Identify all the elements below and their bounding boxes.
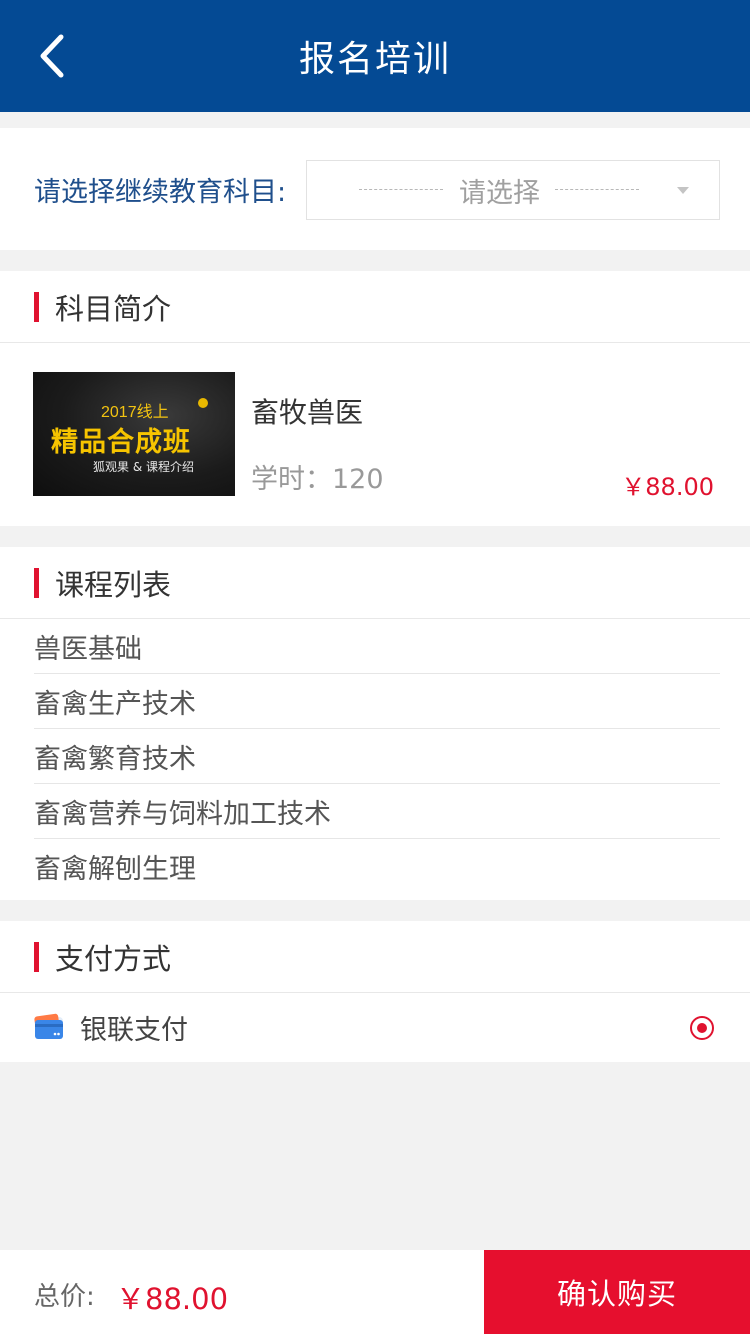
- course-list-section: 课程列表 兽医基础 畜禽生产技术 畜禽繁育技术 畜禽营养与饲料加工技术 畜禽解刨…: [0, 547, 750, 900]
- radio-selected-dot: [697, 1023, 707, 1033]
- section-title: 科目简介: [55, 291, 172, 326]
- thumbnail-subtitle: 狐观果 & 课程介绍: [93, 460, 194, 474]
- payment-option-unionpay[interactable]: 银联支付: [0, 993, 750, 1061]
- list-item[interactable]: 畜禽营养与饲料加工技术: [34, 784, 720, 839]
- section-header: 课程列表: [0, 547, 750, 619]
- subject-intro-section: 科目简介 2017线上 精品合成班 狐观果 & 课程介绍 畜牧兽医 学时：120…: [0, 271, 750, 526]
- section-header: 支付方式: [0, 921, 750, 993]
- select-dash-left: [359, 189, 443, 190]
- card-icon: [34, 1013, 63, 1039]
- subject-select-dropdown[interactable]: 请选择: [306, 160, 720, 220]
- subject-select-section: 请选择继续教育科目: 请选择: [0, 128, 750, 250]
- course-list: 兽医基础 畜禽生产技术 畜禽繁育技术 畜禽营养与饲料加工技术 畜禽解刨生理: [0, 619, 750, 894]
- section-accent-bar: [34, 941, 39, 972]
- subject-price: ￥88.00: [621, 473, 714, 501]
- course-thumbnail[interactable]: 2017线上 精品合成班 狐观果 & 课程介绍: [33, 372, 235, 496]
- chevron-left-icon: [40, 34, 64, 78]
- confirm-purchase-button[interactable]: 确认购买: [484, 1250, 750, 1334]
- select-placeholder: 请选择: [459, 178, 540, 209]
- section-accent-bar: [34, 567, 39, 598]
- subject-hours: 学时：120: [251, 464, 384, 495]
- subject-name: 畜牧兽医: [251, 396, 364, 429]
- payment-radio[interactable]: [690, 1016, 714, 1040]
- section-title: 课程列表: [55, 567, 172, 602]
- total-price: ￥88.00: [116, 1282, 229, 1316]
- subject-select-label: 请选择继续教育科目:: [34, 177, 287, 208]
- select-dash-right: [555, 189, 639, 190]
- thumbnail-year: 2017线上: [101, 404, 169, 421]
- back-button[interactable]: [24, 28, 80, 84]
- list-item[interactable]: 畜禽生产技术: [34, 674, 720, 729]
- section-accent-bar: [34, 291, 39, 322]
- section-header: 科目简介: [0, 271, 750, 343]
- thumbnail-headline: 精品合成班: [51, 427, 191, 458]
- checkout-bar: 总价: ￥88.00 确认购买: [0, 1250, 750, 1334]
- payment-section: 支付方式 银联支付: [0, 921, 750, 1062]
- list-item[interactable]: 畜禽解刨生理: [34, 839, 720, 894]
- list-item[interactable]: 兽医基础: [34, 619, 720, 674]
- total-label: 总价:: [34, 1282, 95, 1312]
- navbar: 报名培训: [0, 0, 750, 112]
- list-item[interactable]: 畜禽繁育技术: [34, 729, 720, 784]
- thumbnail-badge: [198, 398, 208, 408]
- page-title: 报名培训: [298, 39, 451, 80]
- caret-down-icon: [677, 187, 689, 194]
- section-title: 支付方式: [55, 941, 172, 976]
- payment-label: 银联支付: [80, 1014, 188, 1046]
